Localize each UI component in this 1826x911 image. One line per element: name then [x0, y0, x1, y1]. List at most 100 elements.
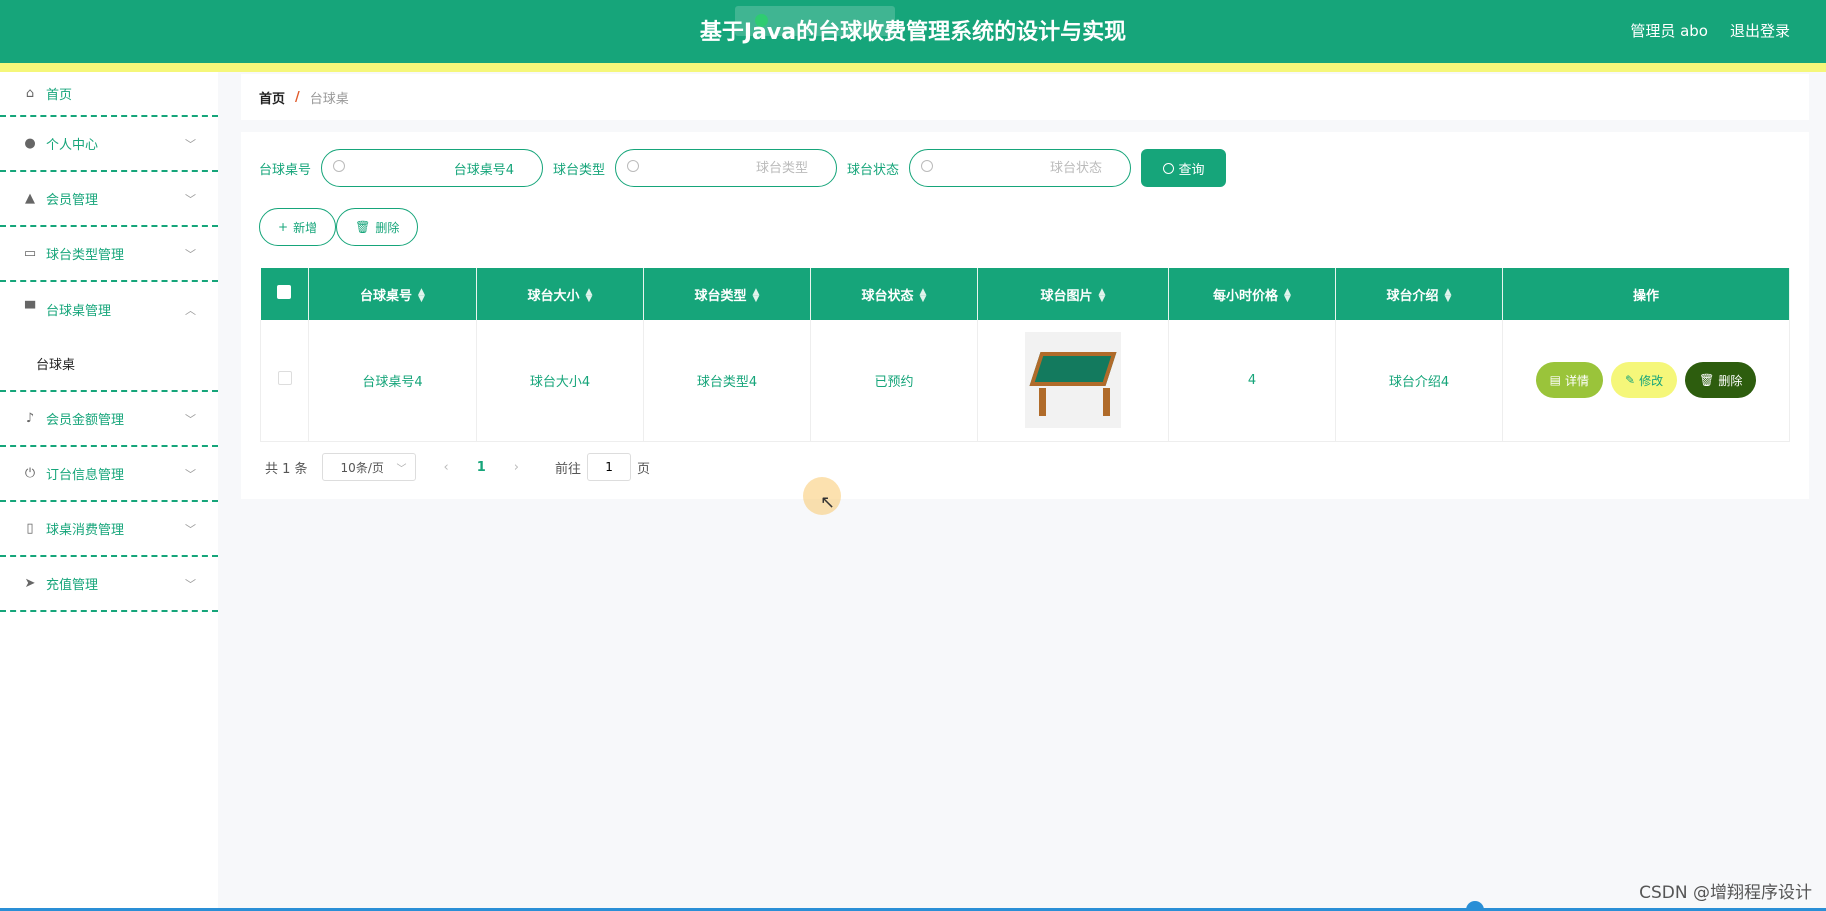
- table-type-field: [615, 149, 838, 187]
- row-select-cell: [260, 320, 309, 442]
- chevron-down-icon: ﹀: [185, 467, 196, 481]
- table-number-field: [321, 149, 544, 187]
- cell-table-image: [977, 320, 1169, 442]
- sidebar-item-home[interactable]: ⌂ 首页: [0, 72, 218, 117]
- sidebar-subitem-label: 台球桌: [36, 358, 76, 373]
- home-icon: ⌂: [25, 86, 35, 101]
- sidebar-item-label: 台球桌管理: [46, 304, 112, 319]
- admin-user-label[interactable]: 管理员 abo: [1630, 20, 1708, 41]
- page-title: 基于Java的台球收费管理系统的设计与实现: [699, 20, 1127, 45]
- delete-button-label: 删除: [375, 220, 400, 235]
- column-header[interactable]: 球台图片 ▲ ▼: [977, 268, 1169, 320]
- table-number-input[interactable]: [322, 150, 543, 186]
- send-icon: ➤: [24, 576, 36, 591]
- breadcrumb-home[interactable]: 首页: [259, 88, 285, 107]
- search-icon: [1162, 162, 1174, 174]
- cell-table-number: 台球桌号4: [308, 320, 477, 442]
- chevron-up-icon: ︿: [185, 303, 196, 317]
- sidebar-item-member-management[interactable]: ▲ 会员管理 ﹀: [0, 172, 218, 227]
- next-page-button[interactable]: ›: [514, 460, 519, 475]
- sidebar-item-consumption-management[interactable]: ▯ 球桌消费管理 ﹀: [0, 502, 218, 557]
- pagination-total: 共 1 条: [265, 461, 308, 477]
- detail-button[interactable]: ▤ 详情: [1535, 362, 1604, 399]
- search-bar: 台球桌号 球台类型 球台状态 查询: [259, 149, 1227, 187]
- plus-icon: +: [278, 220, 289, 234]
- add-button[interactable]: + 新增: [259, 208, 337, 246]
- column-header[interactable]: 球台大小 ▲ ▼: [476, 268, 644, 320]
- sidebar-item-label: 球桌消费管理: [46, 523, 125, 538]
- chevron-down-icon: ﹀: [185, 412, 196, 426]
- sidebar-item-booking-management[interactable]: ⏻ 订台信息管理 ﹀: [0, 447, 218, 502]
- page-number-1[interactable]: 1: [477, 460, 486, 475]
- column-header[interactable]: 球台状态 ▲ ▼: [810, 268, 978, 320]
- member-icon: ▲: [25, 191, 35, 206]
- cell-table-size: 球台大小4: [476, 320, 644, 442]
- page-size-select[interactable]: 10条/页 ﹀: [321, 453, 416, 481]
- chevron-down-icon: ﹀: [185, 522, 196, 536]
- chevron-down-icon: ﹀: [185, 192, 196, 206]
- column-header-operations: 操作: [1502, 268, 1790, 320]
- sidebar-item-label: 个人中心: [46, 138, 99, 153]
- billiard-table-list: 台球桌号 ▲ ▼ 球台大小 ▲ ▼ 球台类型 ▲ ▼ 球台状态 ▲ ▼ 球台图片 ▲ ▼ 每小时价格…: [260, 268, 1790, 442]
- action-bar: + 新增 🗑 删除: [259, 208, 419, 246]
- scroll-indicator: [1466, 901, 1484, 911]
- column-header[interactable]: 球台介绍 ▲ ▼: [1335, 268, 1503, 320]
- user-icon: ●: [24, 136, 36, 151]
- page-size-value: 10条/页: [340, 460, 384, 475]
- search-label-table-number: 台球桌号: [259, 162, 312, 178]
- select-all-checkbox[interactable]: [277, 285, 292, 299]
- mic-icon: ♪: [25, 411, 35, 426]
- sidebar-item-personal-center[interactable]: ● 个人中心 ﹀: [0, 117, 218, 172]
- goto-page-input[interactable]: [587, 453, 632, 481]
- sort-icon[interactable]: ▲ ▼: [1445, 288, 1452, 304]
- cell-table-type: 球台类型4: [643, 320, 811, 442]
- sidebar-item-label: 首页: [46, 88, 73, 103]
- batch-delete-button[interactable]: 🗑 删除: [336, 208, 419, 246]
- pagination: 共 1 条 10条/页 ﹀ ‹ 1 › 前往 页: [265, 453, 650, 481]
- chevron-down-icon: ﹀: [185, 247, 196, 261]
- sort-icon[interactable]: ▲ ▼: [753, 288, 760, 304]
- phone-icon: ▯: [26, 521, 34, 536]
- breadcrumb-current: 台球桌: [309, 91, 349, 107]
- table-type-input[interactable]: [616, 150, 837, 186]
- sidebar-item-label: 会员金额管理: [46, 413, 125, 428]
- pencil-icon: ✎: [1625, 373, 1636, 388]
- trash-icon: 🗑: [355, 220, 371, 234]
- sidebar-item-label: 订台信息管理: [46, 468, 125, 483]
- power-icon: ⏻: [24, 466, 36, 481]
- prev-page-button[interactable]: ‹: [444, 460, 449, 475]
- row-checkbox[interactable]: [277, 371, 292, 386]
- column-header[interactable]: 台球桌号 ▲ ▼: [308, 268, 477, 320]
- cell-table-status: 已预约: [810, 320, 978, 442]
- sort-icon[interactable]: ▲ ▼: [1284, 288, 1291, 304]
- query-button[interactable]: 查询: [1141, 149, 1227, 187]
- sidebar-item-label: 球台类型管理: [46, 248, 125, 263]
- column-header[interactable]: 每小时价格 ▲ ▼: [1168, 268, 1336, 320]
- billiard-table-image[interactable]: [1025, 332, 1121, 429]
- document-icon: ▤: [1549, 373, 1561, 388]
- table-status-input[interactable]: [910, 150, 1131, 186]
- table-icon: ▀: [25, 302, 35, 317]
- sidebar-item-member-balance-management[interactable]: ♪ 会员金额管理 ﹀: [0, 392, 218, 447]
- card-icon: ▭: [23, 246, 37, 261]
- sort-icon[interactable]: ▲ ▼: [920, 288, 927, 304]
- sort-icon[interactable]: ▲ ▼: [586, 288, 593, 304]
- trash-icon: 🗑: [1699, 373, 1715, 388]
- table-status-field: [909, 149, 1132, 187]
- sidebar-subitem-billiard-table[interactable]: 台球桌: [0, 337, 218, 392]
- search-icon: [333, 160, 346, 172]
- logout-button[interactable]: 退出登录: [1730, 20, 1790, 41]
- sidebar-item-billiard-table-management[interactable]: ▀ 台球桌管理 ︿: [0, 282, 218, 337]
- sidebar-item-recharge-management[interactable]: ➤ 充值管理 ﹀: [0, 557, 218, 612]
- sort-icon[interactable]: ▲ ▼: [418, 288, 425, 304]
- column-header[interactable]: 球台类型 ▲ ▼: [643, 268, 811, 320]
- row-delete-button[interactable]: 🗑 删除: [1685, 362, 1757, 399]
- edit-button[interactable]: ✎ 修改: [1611, 362, 1678, 399]
- sort-icon[interactable]: ▲ ▼: [1099, 288, 1106, 304]
- page-unit-label: 页: [637, 461, 651, 477]
- sidebar-item-table-type-management[interactable]: ▭ 球台类型管理 ﹀: [0, 227, 218, 282]
- chevron-down-icon: ﹀: [185, 137, 196, 151]
- select-all-cell: [260, 268, 309, 320]
- top-header: 基于Java的台球收费管理系统的设计与实现 管理员 abo 退出登录: [0, 0, 1826, 63]
- row-actions: ▤ 详情 ✎ 修改 🗑 删除: [1503, 362, 1789, 399]
